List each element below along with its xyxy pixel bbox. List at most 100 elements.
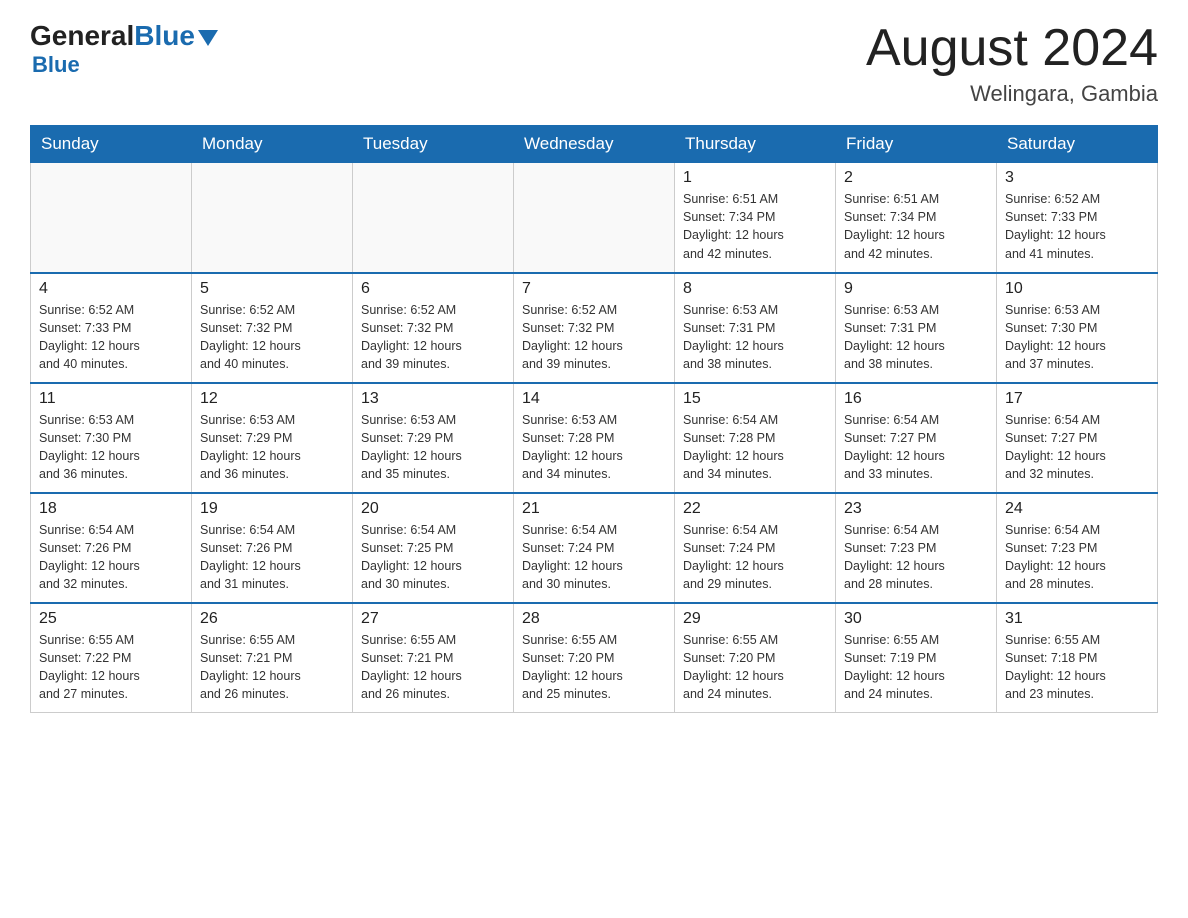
logo-blue: Blue — [134, 20, 195, 52]
day-info: Sunrise: 6:55 AMSunset: 7:22 PMDaylight:… — [39, 631, 183, 704]
day-info: Sunrise: 6:53 AMSunset: 7:31 PMDaylight:… — [844, 301, 988, 374]
day-info: Sunrise: 6:54 AMSunset: 7:25 PMDaylight:… — [361, 521, 505, 594]
day-info: Sunrise: 6:54 AMSunset: 7:28 PMDaylight:… — [683, 411, 827, 484]
title-block: August 2024 Welingara, Gambia — [866, 20, 1158, 107]
table-row: 16 Sunrise: 6:54 AMSunset: 7:27 PMDayligh… — [836, 383, 997, 493]
month-year-title: August 2024 — [866, 20, 1158, 77]
calendar-table: Sunday Monday Tuesday Wednesday Thursday… — [30, 125, 1158, 713]
day-info: Sunrise: 6:55 AMSunset: 7:19 PMDaylight:… — [844, 631, 988, 704]
table-row: 24Sunrise: 6:54 AMSunset: 7:23 PMDayligh… — [997, 493, 1158, 603]
day-number: 11 — [39, 390, 183, 408]
day-info: Sunrise: 6:53 AMSunset: 7:28 PMDaylight:… — [522, 411, 666, 484]
table-row — [353, 163, 514, 273]
day-info: Sunrise: 6:55 AMSunset: 7:21 PMDaylight:… — [200, 631, 344, 704]
table-row: 2 Sunrise: 6:51 AMSunset: 7:34 PMDaylight… — [836, 163, 997, 273]
day-number: 14 — [522, 390, 666, 408]
table-row: 6Sunrise: 6:52 AMSunset: 7:32 PMDaylight… — [353, 273, 514, 383]
day-number: 7 — [522, 280, 666, 298]
day-info: Sunrise: 6:53 AMSunset: 7:30 PMDaylight:… — [1005, 301, 1149, 374]
day-number: 5 — [200, 280, 344, 298]
table-row: 31 Sunrise: 6:55 AMSunset: 7:18 PMDayligh… — [997, 603, 1158, 713]
day-number: 26 — [200, 610, 344, 628]
col-tuesday: Tuesday — [353, 126, 514, 163]
day-number: 27 — [361, 610, 505, 628]
table-row: 21 Sunrise: 6:54 AMSunset: 7:24 PMDayligh… — [514, 493, 675, 603]
location-title: Welingara, Gambia — [866, 81, 1158, 107]
logo: General Blue Blue — [30, 20, 218, 78]
day-number: 21 — [522, 500, 666, 518]
day-number: 16 — [844, 390, 988, 408]
table-row: 8 Sunrise: 6:53 AMSunset: 7:31 PMDaylight… — [675, 273, 836, 383]
day-info: Sunrise: 6:55 AMSunset: 7:20 PMDaylight:… — [522, 631, 666, 704]
day-number: 30 — [844, 610, 988, 628]
table-row: 5 Sunrise: 6:52 AMSunset: 7:32 PMDaylight… — [192, 273, 353, 383]
table-row: 20 Sunrise: 6:54 AMSunset: 7:25 PMDayligh… — [353, 493, 514, 603]
table-row: 4Sunrise: 6:52 AMSunset: 7:33 PMDaylight… — [31, 273, 192, 383]
day-number: 10 — [1005, 280, 1149, 298]
table-row — [514, 163, 675, 273]
col-wednesday: Wednesday — [514, 126, 675, 163]
day-info: Sunrise: 6:52 AMSunset: 7:32 PMDaylight:… — [200, 301, 344, 374]
logo-general: General — [30, 20, 134, 52]
table-row: 10 Sunrise: 6:53 AMSunset: 7:30 PMDayligh… — [997, 273, 1158, 383]
table-row: 3 Sunrise: 6:52 AMSunset: 7:33 PMDaylight… — [997, 163, 1158, 273]
table-row: 19Sunrise: 6:54 AMSunset: 7:26 PMDayligh… — [192, 493, 353, 603]
day-number: 24 — [1005, 500, 1149, 518]
table-row: 15 Sunrise: 6:54 AMSunset: 7:28 PMDayligh… — [675, 383, 836, 493]
table-row: 7 Sunrise: 6:52 AMSunset: 7:32 PMDaylight… — [514, 273, 675, 383]
day-info: Sunrise: 6:55 AMSunset: 7:21 PMDaylight:… — [361, 631, 505, 704]
day-info: Sunrise: 6:53 AMSunset: 7:30 PMDaylight:… — [39, 411, 183, 484]
calendar-header-row: Sunday Monday Tuesday Wednesday Thursday… — [31, 126, 1158, 163]
day-number: 2 — [844, 169, 988, 187]
calendar-week-row: 11 Sunrise: 6:53 AMSunset: 7:30 PMDayligh… — [31, 383, 1158, 493]
day-info: Sunrise: 6:52 AMSunset: 7:32 PMDaylight:… — [361, 301, 505, 374]
day-info: Sunrise: 6:52 AMSunset: 7:33 PMDaylight:… — [1005, 190, 1149, 263]
day-number: 29 — [683, 610, 827, 628]
logo-triangle-icon — [198, 30, 218, 46]
table-row: 11 Sunrise: 6:53 AMSunset: 7:30 PMDayligh… — [31, 383, 192, 493]
day-info: Sunrise: 6:53 AMSunset: 7:29 PMDaylight:… — [361, 411, 505, 484]
day-number: 18 — [39, 500, 183, 518]
day-info: Sunrise: 6:55 AMSunset: 7:18 PMDaylight:… — [1005, 631, 1149, 704]
day-info: Sunrise: 6:54 AMSunset: 7:26 PMDaylight:… — [39, 521, 183, 594]
day-info: Sunrise: 6:52 AMSunset: 7:32 PMDaylight:… — [522, 301, 666, 374]
calendar-week-row: 4Sunrise: 6:52 AMSunset: 7:33 PMDaylight… — [31, 273, 1158, 383]
day-number: 12 — [200, 390, 344, 408]
day-number: 3 — [1005, 169, 1149, 187]
day-number: 15 — [683, 390, 827, 408]
day-number: 31 — [1005, 610, 1149, 628]
day-number: 8 — [683, 280, 827, 298]
table-row: 25 Sunrise: 6:55 AMSunset: 7:22 PMDayligh… — [31, 603, 192, 713]
day-info: Sunrise: 6:54 AMSunset: 7:27 PMDaylight:… — [844, 411, 988, 484]
table-row: 1Sunrise: 6:51 AMSunset: 7:34 PMDaylight… — [675, 163, 836, 273]
day-info: Sunrise: 6:55 AMSunset: 7:20 PMDaylight:… — [683, 631, 827, 704]
day-info: Sunrise: 6:51 AMSunset: 7:34 PMDaylight:… — [844, 190, 988, 263]
table-row: 23Sunrise: 6:54 AMSunset: 7:23 PMDayligh… — [836, 493, 997, 603]
table-row: 28 Sunrise: 6:55 AMSunset: 7:20 PMDayligh… — [514, 603, 675, 713]
col-thursday: Thursday — [675, 126, 836, 163]
day-number: 20 — [361, 500, 505, 518]
table-row: 17 Sunrise: 6:54 AMSunset: 7:27 PMDayligh… — [997, 383, 1158, 493]
table-row: 27 Sunrise: 6:55 AMSunset: 7:21 PMDayligh… — [353, 603, 514, 713]
day-number: 19 — [200, 500, 344, 518]
col-saturday: Saturday — [997, 126, 1158, 163]
col-friday: Friday — [836, 126, 997, 163]
day-number: 22 — [683, 500, 827, 518]
table-row: 14 Sunrise: 6:53 AMSunset: 7:28 PMDayligh… — [514, 383, 675, 493]
day-number: 28 — [522, 610, 666, 628]
calendar-week-row: 1 Sunrise: 6:51 AMSunset: 7:34 PMDaylight… — [31, 163, 1158, 273]
table-row: 26 Sunrise: 6:55 AMSunset: 7:21 PMDayligh… — [192, 603, 353, 713]
day-info: Sunrise: 6:52 AMSunset: 7:33 PMDaylight:… — [39, 301, 183, 374]
day-number: 1 — [683, 169, 827, 187]
day-number: 17 — [1005, 390, 1149, 408]
day-number: 25 — [39, 610, 183, 628]
day-number: 9 — [844, 280, 988, 298]
day-info: Sunrise: 6:54 AMSunset: 7:24 PMDaylight:… — [683, 521, 827, 594]
day-info: Sunrise: 6:54 AMSunset: 7:23 PMDaylight:… — [844, 521, 988, 594]
day-info: Sunrise: 6:54 AMSunset: 7:27 PMDaylight:… — [1005, 411, 1149, 484]
table-row: 22 Sunrise: 6:54 AMSunset: 7:24 PMDayligh… — [675, 493, 836, 603]
day-info: Sunrise: 6:53 AMSunset: 7:31 PMDaylight:… — [683, 301, 827, 374]
table-row: 30 Sunrise: 6:55 AMSunset: 7:19 PMDayligh… — [836, 603, 997, 713]
day-info: Sunrise: 6:54 AMSunset: 7:24 PMDaylight:… — [522, 521, 666, 594]
table-row: 29 Sunrise: 6:55 AMSunset: 7:20 PMDayligh… — [675, 603, 836, 713]
